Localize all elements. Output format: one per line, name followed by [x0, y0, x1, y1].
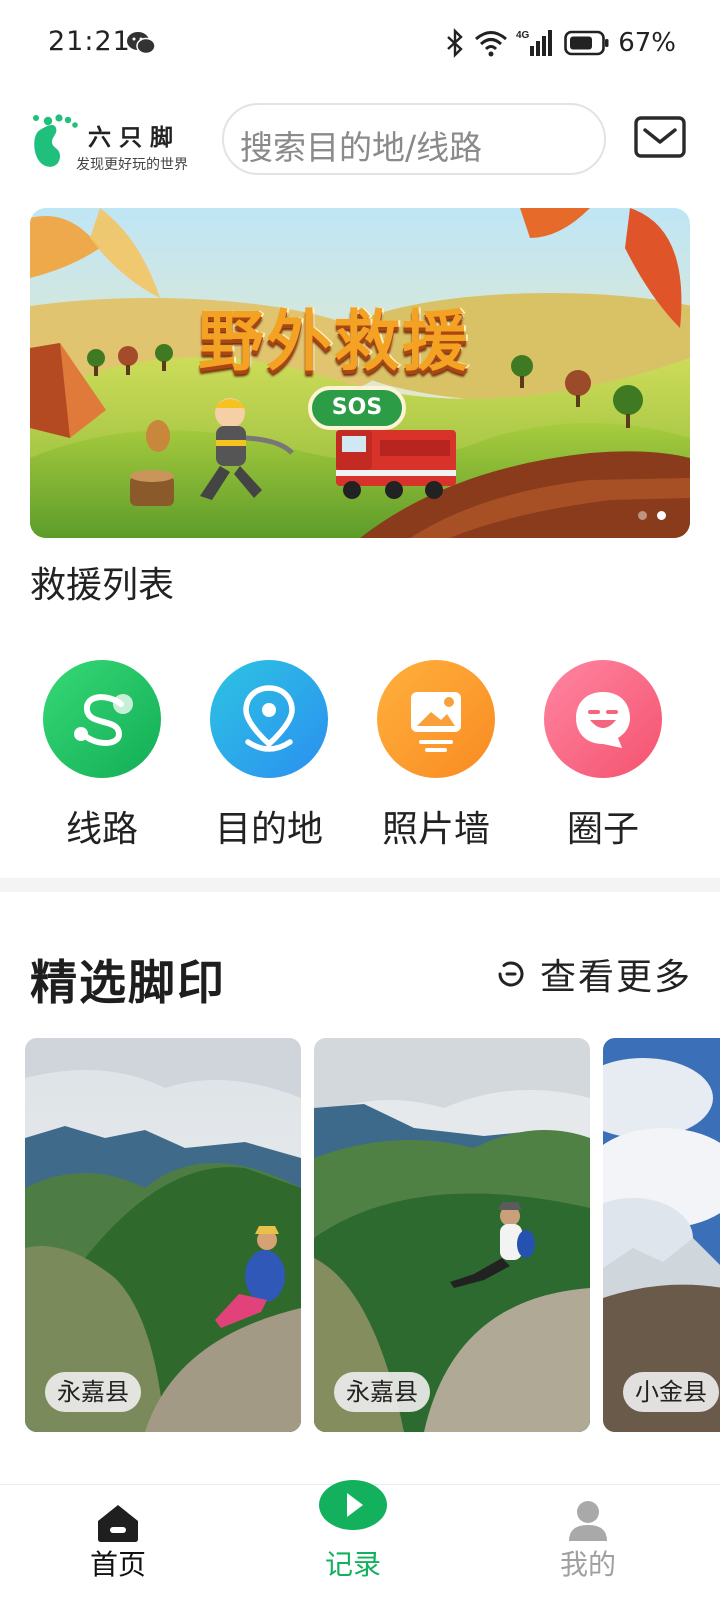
- logo-name: 六只脚: [88, 125, 181, 151]
- banner-carousel[interactable]: 野外救援 SOS: [30, 208, 690, 538]
- battery-icon: [564, 30, 609, 56]
- wechat-icon: [127, 32, 156, 55]
- nav-label: 首页: [89, 1548, 146, 1581]
- logo-slogan: 发现更好玩的世界: [76, 157, 188, 173]
- category-circle[interactable]: 圈子: [523, 660, 683, 852]
- message-icon[interactable]: [634, 116, 686, 158]
- nav-record[interactable]: 记录: [273, 1480, 433, 1598]
- search-input[interactable]: 搜索目的地/线路: [222, 103, 606, 175]
- footprint-card[interactable]: 小金县: [603, 1038, 720, 1432]
- user-icon: [569, 1501, 607, 1541]
- category-grid: 线路 目的地 照片墙 圈子: [0, 660, 720, 850]
- network-label: 4G: [516, 30, 530, 41]
- category-destination[interactable]: 目的地: [189, 660, 349, 852]
- signal-icon: 4G: [516, 30, 553, 56]
- featured-cards: 永嘉县 永嘉县 小金县: [0, 1038, 720, 1432]
- record-play-icon: [319, 1480, 387, 1530]
- category-label: 圈子: [566, 809, 639, 850]
- card-location-tag: 永嘉县: [45, 1372, 141, 1412]
- category-photo-wall[interactable]: 照片墙: [356, 660, 516, 852]
- smile-chat-icon: [544, 660, 662, 778]
- bottom-nav: 首页 记录 我的: [0, 1480, 720, 1598]
- photo-icon: [377, 660, 495, 778]
- featured-title: 精选脚印: [30, 956, 226, 1011]
- rescue-list-link[interactable]: 救援列表: [30, 556, 174, 608]
- nav-label: 我的: [559, 1548, 616, 1581]
- category-label: 目的地: [214, 809, 323, 850]
- footprint-card[interactable]: 永嘉县: [25, 1038, 301, 1432]
- carousel-dot[interactable]: [638, 511, 647, 520]
- nav-home[interactable]: 首页: [38, 1485, 198, 1598]
- category-label: 线路: [65, 809, 138, 850]
- header: 六只脚 发现更好玩的世界 搜索目的地/线路: [0, 98, 720, 178]
- wifi-icon: [475, 31, 508, 57]
- battery-percent: 67%: [618, 28, 676, 58]
- category-label: 照片墙: [381, 809, 490, 850]
- card-location-tag: 永嘉县: [334, 1372, 430, 1412]
- footprint-card[interactable]: 永嘉县: [314, 1038, 590, 1432]
- location-pin-icon: [210, 660, 328, 778]
- route-icon: [43, 660, 161, 778]
- nav-label: 记录: [324, 1548, 381, 1581]
- nav-mine[interactable]: 我的: [508, 1485, 668, 1598]
- search-placeholder: 搜索目的地/线路: [240, 128, 483, 167]
- status-indicators: 4G 67%: [444, 26, 676, 60]
- carousel-dot-active[interactable]: [657, 511, 666, 520]
- history-icon: [498, 961, 524, 987]
- see-more-button[interactable]: 查看更多: [494, 952, 692, 998]
- app-logo[interactable]: 六只脚 发现更好玩的世界: [26, 104, 206, 174]
- sos-badge: SOS: [308, 386, 406, 430]
- card-location-tag: 小金县: [623, 1372, 719, 1412]
- banner-title: 野外救援: [198, 303, 470, 380]
- category-route[interactable]: 线路: [22, 660, 182, 852]
- see-more-label: 查看更多: [540, 957, 693, 998]
- status-time: 21:21: [48, 26, 131, 57]
- status-bar: 21:21 4G 67%: [0, 0, 720, 88]
- home-icon: [98, 1505, 138, 1542]
- footprint-logo-icon: [33, 114, 78, 167]
- bluetooth-icon: [447, 28, 463, 58]
- carousel-indicator: [638, 511, 666, 520]
- section-divider: [0, 878, 720, 892]
